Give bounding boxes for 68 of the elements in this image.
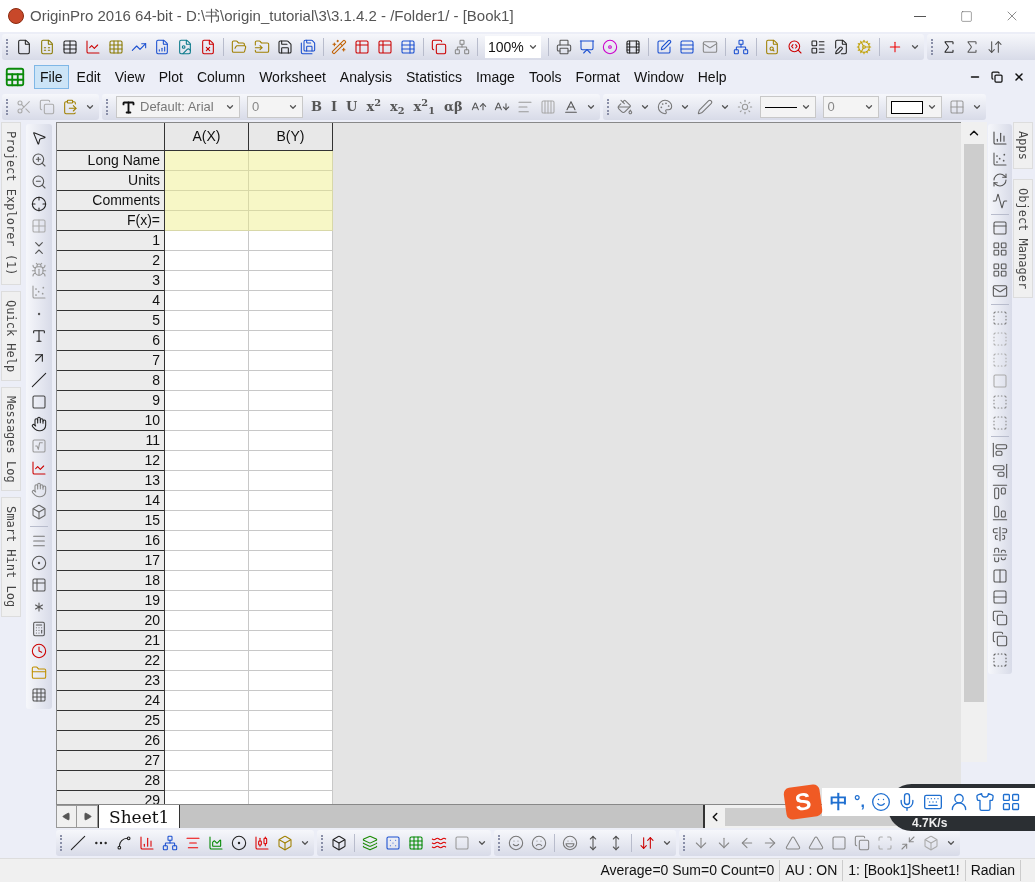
row-header[interactable]: Units	[57, 171, 165, 191]
row-header[interactable]: 17	[57, 551, 165, 571]
row-header[interactable]: 23	[57, 671, 165, 691]
menu-item[interactable]: View	[108, 65, 151, 89]
row-header[interactable]: 19	[57, 591, 165, 611]
row-header[interactable]: 1	[57, 231, 165, 251]
row-header[interactable]: 21	[57, 631, 165, 651]
row-header[interactable]: Long Name	[57, 151, 165, 171]
column-header[interactable]: A(X)	[165, 123, 249, 151]
status-field: 1: [Book1]Sheet1!	[843, 860, 966, 881]
row-header[interactable]: Comments	[57, 191, 165, 211]
menu-item[interactable]: Plot	[152, 65, 189, 89]
status-field: Radian	[965, 860, 1021, 881]
row-header[interactable]: 12	[57, 451, 165, 471]
menu-item[interactable]: Edit	[70, 65, 107, 89]
row-header[interactable]: 11	[57, 431, 165, 451]
column-header[interactable]: B(Y)	[249, 123, 333, 151]
style-button[interactable]: x$^{2}$	[365, 97, 382, 117]
row-header[interactable]: 25	[57, 711, 165, 731]
side-tab[interactable]: Messages Log	[1, 386, 21, 492]
style-button[interactable]: B	[310, 97, 323, 117]
row-header[interactable]: 26	[57, 731, 165, 751]
menu-item[interactable]: Format	[569, 65, 626, 89]
row-header[interactable]: 13	[57, 471, 165, 491]
style-button[interactable]: αβ	[442, 97, 464, 117]
menu-item[interactable]: File	[34, 65, 69, 89]
menu-item[interactable]: Window	[627, 65, 690, 89]
row-header[interactable]: 7	[57, 351, 165, 371]
row-header[interactable]: 15	[57, 511, 165, 531]
zoom-combo[interactable]: 100%	[485, 36, 541, 58]
row-header[interactable]: 28	[57, 771, 165, 791]
status-field: Average=0 Sum=0 Count=0	[595, 860, 781, 881]
menu-item[interactable]: Statistics	[399, 65, 468, 89]
window-title: OriginPro 2016 64-bit - D:\书\origin_tutorial\3\3.1.4.2 - /Folder1/ - [Book1]	[30, 5, 514, 26]
row-header[interactable]: 9	[57, 391, 165, 411]
menu-item[interactable]: Analysis	[333, 65, 398, 89]
row-header[interactable]: 24	[57, 691, 165, 711]
row-header[interactable]: 27	[57, 751, 165, 771]
menu-item[interactable]: Worksheet	[253, 65, 332, 89]
menu-item[interactable]: Tools	[522, 65, 568, 89]
menu-item[interactable]: Column	[190, 65, 252, 89]
side-tab[interactable]: Object Manager	[1013, 178, 1033, 299]
sheet-tab[interactable]: Sheet1	[98, 805, 181, 828]
row-header[interactable]: 6	[57, 331, 165, 351]
menu-item[interactable]: Help	[691, 65, 733, 89]
row-header[interactable]: F(x)=	[57, 211, 165, 231]
style-button[interactable]: I	[330, 97, 339, 117]
row-header[interactable]: 22	[57, 651, 165, 671]
style-button[interactable]: U	[345, 97, 359, 117]
side-tab[interactable]: Project Explorer (1)	[1, 122, 21, 285]
style-button[interactable]: x$_{2}$	[389, 97, 406, 117]
row-header[interactable]: 4	[57, 291, 165, 311]
row-header[interactable]: 14	[57, 491, 165, 511]
side-tab[interactable]: Quick Help	[1, 290, 21, 381]
font-combo[interactable]: Default: Arial	[116, 96, 240, 118]
side-tab[interactable]: Apps	[1013, 122, 1033, 169]
row-header[interactable]: 2	[57, 251, 165, 271]
row-header[interactable]: 18	[57, 571, 165, 591]
row-header[interactable]: 5	[57, 311, 165, 331]
row-header[interactable]: 20	[57, 611, 165, 631]
side-tab[interactable]: Smart Hint Log	[1, 497, 21, 617]
ime-toolbar: 中 °,	[822, 788, 1035, 816]
row-header[interactable]: 10	[57, 411, 165, 431]
status-field: AU : ON	[780, 860, 844, 881]
row-header[interactable]: 8	[57, 371, 165, 391]
row-header[interactable]: 3	[57, 271, 165, 291]
menu-item[interactable]: Image	[470, 65, 521, 89]
row-header[interactable]: 16	[57, 531, 165, 551]
